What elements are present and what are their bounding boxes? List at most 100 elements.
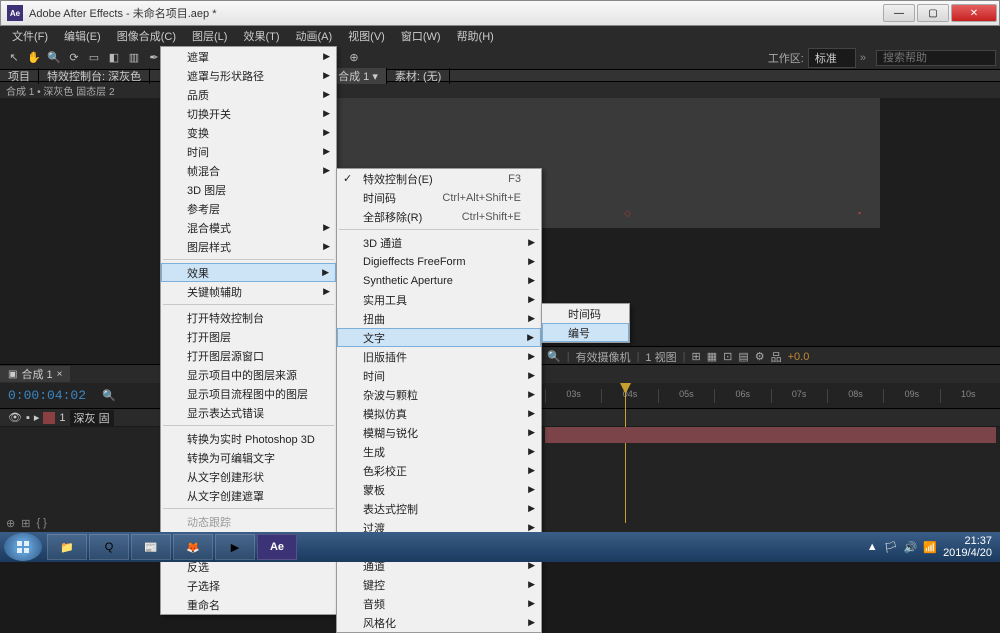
menu-item[interactable]: 遮罩与形状路径▶ [161,66,336,85]
handle-left-icon[interactable]: ◇ [624,208,632,216]
minimize-button[interactable]: — [883,4,915,22]
menu-item[interactable]: 全部移除(R)Ctrl+Shift+E [337,207,541,226]
menu-item[interactable]: 扭曲▶ [337,309,541,328]
menu-layer[interactable]: 图层(L) [184,26,235,46]
view-icon-6[interactable]: 品 [771,349,782,365]
taskbar-ae-icon[interactable]: Ae [257,534,297,560]
tool-shape[interactable]: ◧ [104,48,124,68]
current-timecode[interactable]: 0:00:04:02 [0,388,94,403]
menu-item[interactable]: 生成▶ [337,442,541,461]
menu-item[interactable]: 品质▶ [161,85,336,104]
menu-effect[interactable]: 效果(T) [235,26,287,46]
tray-flag-icon[interactable]: 🏳 [884,541,898,554]
taskbar-explorer-icon[interactable]: 📁 [47,534,87,560]
tl-foot-icon-3[interactable]: { } [36,517,46,529]
maximize-button[interactable]: ▢ [917,4,949,22]
menu-item[interactable]: 从文字创建遮罩 [161,486,336,505]
taskbar-app-icon[interactable]: 📰 [131,534,171,560]
taskbar-player-icon[interactable]: ▶ [215,534,255,560]
menu-item[interactable]: 显示项目中的图层来源 [161,365,336,384]
tray-network-icon[interactable]: 📶 [923,541,937,554]
handle-right-icon[interactable]: ▪ [858,208,866,216]
menu-item[interactable]: 音频▶ [337,594,541,613]
tool-rotate[interactable]: ⟳ [64,48,84,68]
tray-overflow-icon[interactable]: ▲ [867,541,878,553]
menu-item[interactable]: 键控▶ [337,575,541,594]
playhead[interactable] [625,383,626,523]
workspace-select[interactable]: 标准 [808,48,856,68]
menu-item[interactable]: 打开特效控制台 [161,308,336,327]
menu-item[interactable]: 效果▶ [161,263,336,282]
menu-item[interactable]: 关键帧辅助▶ [161,282,336,301]
menu-item[interactable]: 模拟仿真▶ [337,404,541,423]
menu-item[interactable]: 参考层 [161,199,336,218]
tool-zoom[interactable]: 🔍 [44,48,64,68]
menu-view[interactable]: 视图(V) [340,26,393,46]
tool-hand[interactable]: ✋ [24,48,44,68]
lock-icon[interactable]: ▪ [26,412,30,424]
tool-mask[interactable]: ▥ [124,48,144,68]
menu-item[interactable]: 打开图层 [161,327,336,346]
menu-item[interactable]: 图层样式▶ [161,237,336,256]
tab-comp[interactable]: 合成 1 ▾ [330,68,387,84]
menu-edit[interactable]: 编辑(E) [56,26,109,46]
menu-item[interactable]: 时间▶ [337,366,541,385]
tab-project[interactable]: 项目 [0,68,39,84]
menu-item[interactable]: 从文字创建形状 [161,467,336,486]
menu-item[interactable]: 3D 图层 [161,180,336,199]
menu-item[interactable]: 打开图层源窗口 [161,346,336,365]
menu-window[interactable]: 窗口(W) [393,26,449,46]
menu-animation[interactable]: 动画(A) [288,26,341,46]
menu-item[interactable]: 帧混合▶ [161,161,336,180]
menu-item[interactable]: 时间码Ctrl+Alt+Shift+E [337,188,541,207]
search-help-input[interactable] [876,50,996,66]
taskbar-qq-icon[interactable]: Q [89,534,129,560]
menu-item[interactable]: 遮罩▶ [161,47,336,66]
view-icon-4[interactable]: ▤ [738,350,748,363]
menu-item[interactable]: 编号 [542,323,629,342]
menu-item[interactable]: 风格化▶ [337,613,541,632]
tool-opt3[interactable]: ⊕ [344,48,364,68]
tab-footage[interactable]: 素材: (无) [387,68,450,84]
menu-item[interactable]: 文字▶ [337,328,541,347]
menu-item[interactable]: 显示项目流程图中的图层 [161,384,336,403]
menu-item[interactable]: 转换为实时 Photoshop 3D [161,429,336,448]
eye-icon[interactable]: 👁 [8,411,22,424]
layer-duration-bar[interactable] [545,427,996,443]
menu-item[interactable]: 混合模式▶ [161,218,336,237]
tool-selection[interactable]: ↖ [4,48,24,68]
menu-item[interactable]: 显示表达式错误 [161,403,336,422]
menu-item[interactable]: 蒙板▶ [337,480,541,499]
camera-select[interactable]: 有效摄像机 [576,349,631,365]
menu-item[interactable]: 模糊与锐化▶ [337,423,541,442]
menu-item[interactable]: 转换为可编辑文字 [161,448,336,467]
menu-item[interactable]: 子选择 [161,576,336,595]
tab-fx-console[interactable]: 特效控制台: 深灰色 [39,68,150,84]
menu-item[interactable]: 3D 通道▶ [337,233,541,252]
menu-item[interactable]: 时间▶ [161,142,336,161]
menu-item[interactable]: 切换开关▶ [161,104,336,123]
view-icon-1[interactable]: ⊞ [691,350,700,363]
menu-item[interactable]: 表达式控制▶ [337,499,541,518]
view-icon-2[interactable]: ▦ [707,350,717,363]
start-button[interactable] [4,533,42,561]
menu-item[interactable]: 旧版插件▶ [337,347,541,366]
workspace-menu-icon[interactable]: » [860,52,866,64]
timeline-tab[interactable]: ▣ 合成 1 × [0,366,70,382]
views-select[interactable]: 1 视图 [645,349,676,365]
menu-item[interactable]: 色彩校正▶ [337,461,541,480]
close-button[interactable]: ✕ [951,4,997,22]
exposure-value[interactable]: +0.0 [788,351,810,363]
tool-rect[interactable]: ▭ [84,48,104,68]
tl-foot-icon-1[interactable]: ⊕ [6,517,15,530]
time-ruler[interactable]: 03s 04s 05s 06s 07s 08s 09s 10s [545,383,996,409]
view-icon-5[interactable]: ⚙ [755,350,765,363]
tray-volume-icon[interactable]: 🔊 [904,541,918,554]
view-icon-3[interactable]: ⊡ [723,350,732,363]
tl-search-icon[interactable]: 🔍 [102,389,116,402]
menu-item[interactable]: Digieffects FreeForm▶ [337,252,541,271]
zoom-icon[interactable]: 🔍 [547,350,561,363]
layer-color-swatch[interactable] [43,412,55,424]
menu-composition[interactable]: 图像合成(C) [109,26,184,46]
system-clock[interactable]: 21:372019/4/20 [943,535,992,559]
